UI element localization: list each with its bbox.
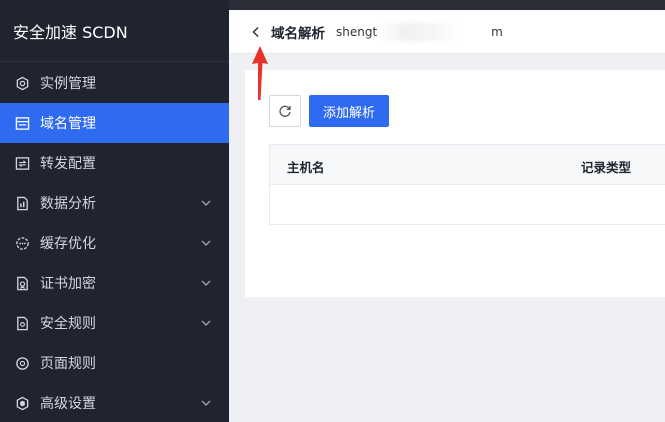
- refresh-icon: [279, 105, 291, 117]
- chevron-down-icon: [200, 237, 212, 249]
- back-button[interactable]: [249, 25, 263, 39]
- chevron-down-icon: [200, 397, 212, 409]
- app: 安全加速 SCDN 实例管理 域名管理 转发配置 数据分析 缓存优化 证书加密 …: [0, 0, 665, 422]
- shield-icon: [14, 395, 30, 411]
- table-body-empty: [270, 185, 665, 225]
- page-header: 域名解析 shengt m: [229, 10, 665, 54]
- domain-name: shengt m: [336, 22, 503, 41]
- sidebar-item-advanced[interactable]: 高级设置: [0, 383, 229, 422]
- sidebar-item-label: 转发配置: [40, 156, 96, 172]
- redaction-blur: [380, 22, 458, 41]
- forward-icon: [14, 155, 30, 171]
- sidebar-item-domains[interactable]: 域名管理: [0, 103, 229, 143]
- column-header-hostname: 主机名: [287, 160, 325, 175]
- chevron-left-icon: [252, 26, 259, 37]
- sidebar-item-cache[interactable]: 缓存优化: [0, 223, 229, 263]
- column-header-record-type: 记录类型: [581, 160, 632, 175]
- sidebar-item-page-rules[interactable]: 页面规则: [0, 343, 229, 383]
- domain-prefix: shengt: [336, 24, 378, 39]
- chart-icon: [14, 195, 30, 211]
- certificate-icon: [14, 275, 30, 291]
- content-card: 添加解析 主机名 记录类型: [245, 70, 665, 297]
- top-strip: [229, 0, 665, 10]
- brand-title: 安全加速 SCDN: [0, 0, 229, 62]
- chevron-down-icon: [200, 197, 212, 209]
- sidebar-item-label: 证书加密: [40, 276, 96, 292]
- domain-suffix: m: [491, 24, 503, 39]
- sidebar-item-certificates[interactable]: 证书加密: [0, 263, 229, 303]
- records-table: 主机名 记录类型: [269, 144, 665, 225]
- chevron-down-icon: [200, 277, 212, 289]
- annotation-arrow-icon: [252, 46, 268, 100]
- cache-icon: [14, 235, 30, 251]
- document-icon: [14, 315, 30, 331]
- sidebar: 安全加速 SCDN 实例管理 域名管理 转发配置 数据分析 缓存优化 证书加密 …: [0, 0, 229, 422]
- table-header: 主机名 记录类型: [270, 145, 665, 185]
- sidebar-item-forwarding[interactable]: 转发配置: [0, 143, 229, 183]
- sidebar-item-label: 高级设置: [40, 396, 96, 412]
- hexagon-icon: [14, 75, 30, 91]
- refresh-button[interactable]: [269, 95, 301, 127]
- add-record-button[interactable]: 添加解析: [309, 95, 389, 127]
- sidebar-item-label: 页面规则: [40, 356, 96, 372]
- sidebar-item-label: 实例管理: [40, 76, 96, 92]
- chevron-down-icon: [200, 317, 212, 329]
- sidebar-item-label: 域名管理: [40, 116, 96, 132]
- list-icon: [14, 115, 30, 131]
- page-rule-icon: [14, 355, 30, 371]
- page-title: 域名解析: [271, 25, 325, 42]
- sidebar-item-analytics[interactable]: 数据分析: [0, 183, 229, 223]
- sidebar-item-instances[interactable]: 实例管理: [0, 63, 229, 103]
- sidebar-item-label: 缓存优化: [40, 236, 96, 252]
- sidebar-item-label: 安全规则: [40, 316, 96, 332]
- sidebar-item-label: 数据分析: [40, 196, 96, 212]
- sidebar-item-security-rules[interactable]: 安全规则: [0, 303, 229, 343]
